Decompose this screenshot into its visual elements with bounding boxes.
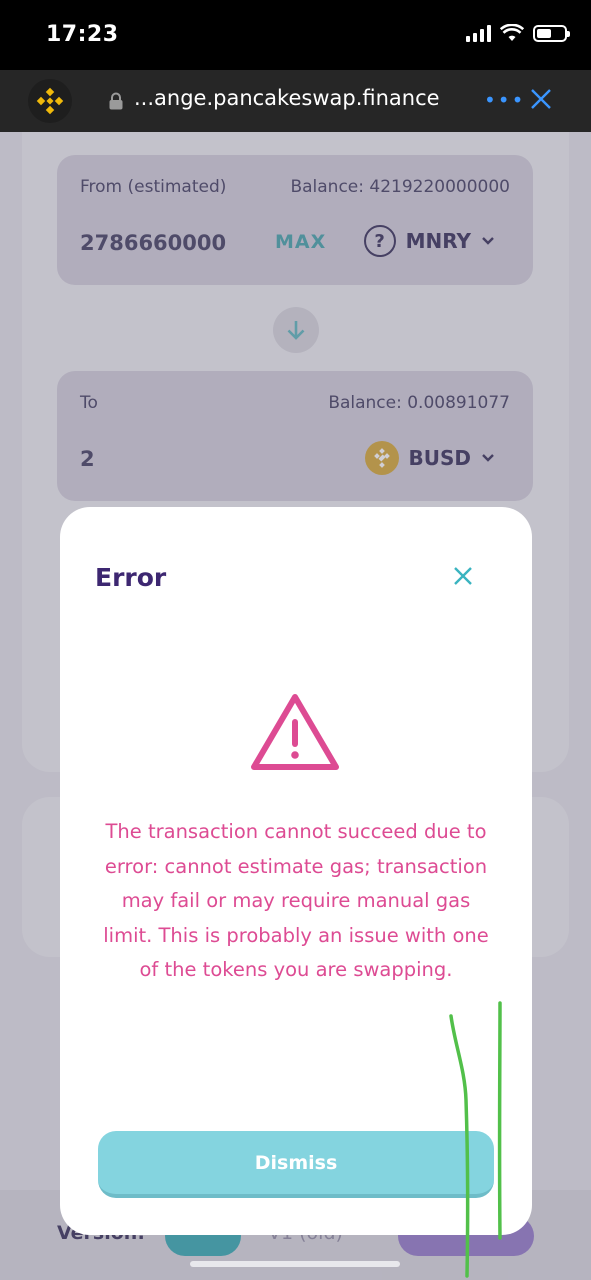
modal-title: Error: [95, 563, 167, 592]
wifi-icon: [500, 24, 524, 41]
url-text[interactable]: ...ange.pancakeswap.finance: [134, 86, 440, 110]
browser-bar: ...ange.pancakeswap.finance •••: [0, 70, 591, 132]
error-modal: Error The transaction cannot succeed due…: [60, 507, 532, 1235]
error-message: The transaction cannot succeed due to er…: [103, 820, 489, 981]
status-icons: [466, 24, 570, 42]
binance-logo-icon[interactable]: [28, 79, 72, 123]
lock-icon: [109, 92, 123, 110]
cellular-signal-icon: [466, 24, 491, 42]
home-indicator: [190, 1261, 400, 1267]
status-bar: 17:23: [0, 0, 591, 70]
battery-icon: [533, 24, 570, 42]
more-dots-icon[interactable]: •••: [484, 88, 525, 112]
close-icon[interactable]: [529, 87, 553, 111]
warning-icon: [251, 694, 339, 770]
close-icon[interactable]: [452, 565, 474, 587]
status-time: 17:23: [46, 22, 119, 47]
dismiss-button[interactable]: Dismiss: [98, 1131, 494, 1198]
